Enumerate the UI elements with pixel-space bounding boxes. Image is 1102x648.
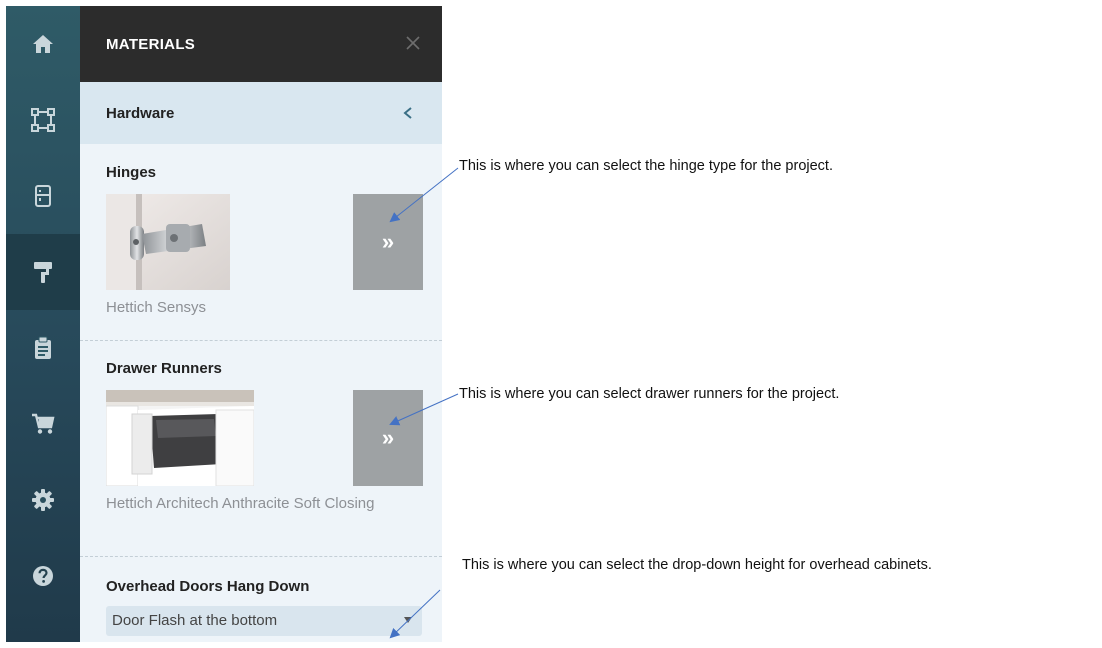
hinge-image [106,194,230,290]
paint-roller-icon [34,262,52,283]
cart-icon [32,413,55,434]
nav-item-cabinets[interactable] [6,158,80,234]
overhead-doors-selected-value: Door Flash at the bottom [112,612,278,629]
hinges-selected-label: Hettich Sensys [106,299,207,316]
hardware-subheader[interactable]: Hardware [80,82,442,144]
help-icon [33,566,53,586]
annotation-overhead-doors: This is where you can select the drop-do… [462,557,932,573]
nav-item-help[interactable] [6,538,80,614]
nav-item-settings[interactable] [6,462,80,538]
drawer-runners-more-button[interactable]: » [353,390,423,486]
home-icon [33,35,53,53]
nav-item-layout[interactable] [6,82,80,158]
hinges-more-button[interactable]: » [353,194,423,290]
nav-item-materials[interactable] [6,234,80,310]
drawer-runners-title: Drawer Runners [106,360,222,377]
nav-item-home[interactable] [6,6,80,82]
room-layout-icon [31,108,55,132]
annotation-drawer-runners: This is where you can select drawer runn… [459,386,840,402]
overhead-doors-title: Overhead Doors Hang Down [106,578,310,595]
overhead-doors-select[interactable]: Door Flash at the bottom [106,606,422,636]
gear-icon [32,489,54,511]
hinges-title: Hinges [106,164,157,181]
panel-header: MATERIALS [80,6,442,82]
close-icon[interactable] [402,32,424,54]
drawer-image [106,390,254,486]
section-divider [80,340,442,341]
nav-item-summary[interactable] [6,310,80,386]
chevron-left-icon[interactable] [402,106,414,120]
materials-panel: MATERIALS Hardware Hinges » Hettich Sens… [80,6,442,642]
annotation-hinges: This is where you can select the hinge t… [459,158,833,174]
section-divider [80,556,442,557]
caret-down-icon [404,617,412,623]
subsection-title: Hardware [106,104,175,122]
hinge-thumbnail[interactable] [106,194,230,290]
nav-item-cart[interactable] [6,386,80,462]
drawer-runner-thumbnail[interactable] [106,390,254,486]
panel-title: MATERIALS [106,35,196,53]
nav-rail [6,6,80,642]
clipboard-icon [35,336,51,359]
cabinet-icon [35,185,51,207]
drawer-runners-selected-label: Hettich Architech Anthracite Soft Closin… [106,495,375,512]
